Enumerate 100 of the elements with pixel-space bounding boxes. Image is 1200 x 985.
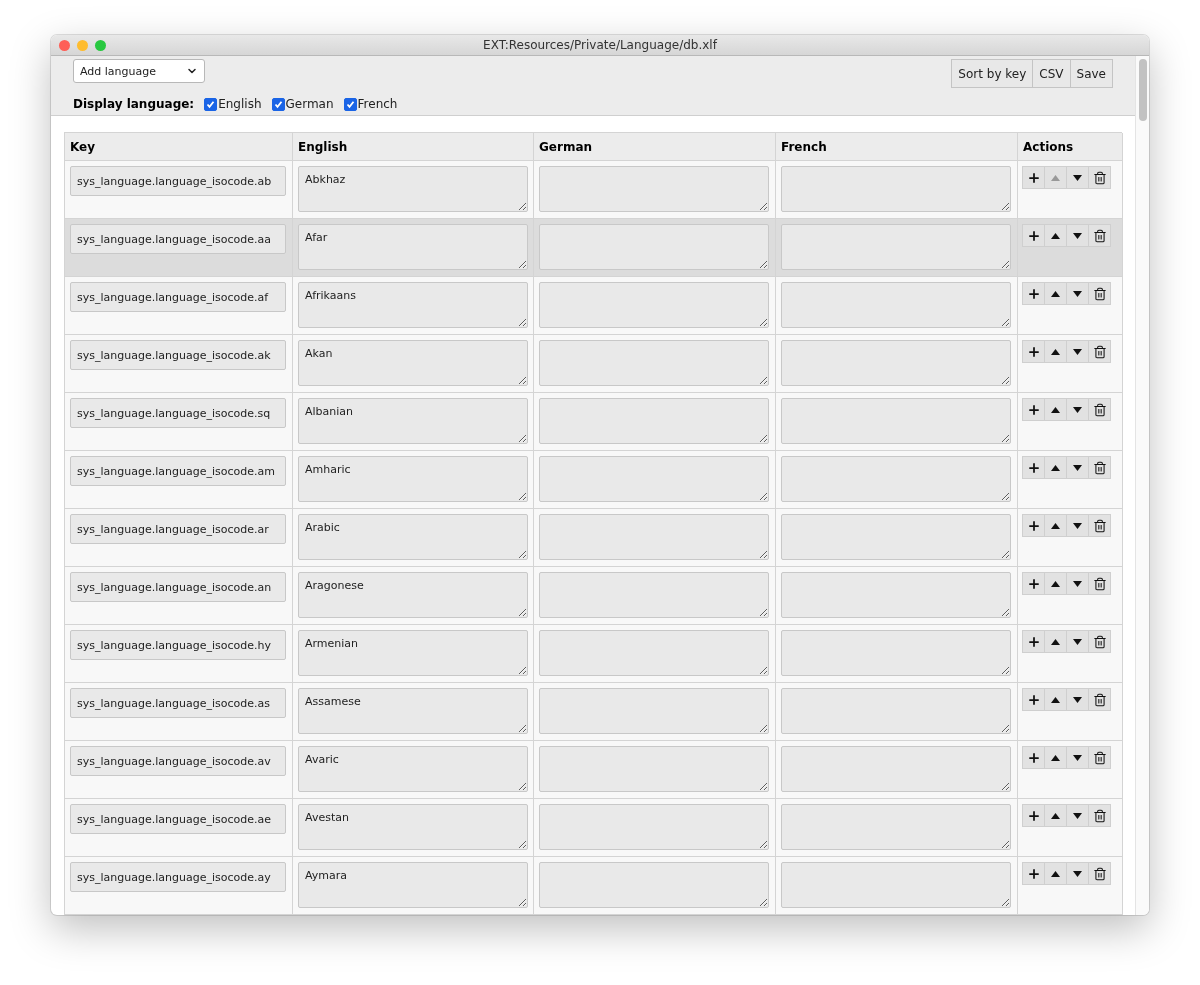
delete-button[interactable] [1088,166,1111,189]
add-button[interactable] [1022,456,1045,479]
translation-field[interactable] [781,572,1011,618]
translation-field[interactable] [781,630,1011,676]
add-button[interactable] [1022,804,1045,827]
move-down-button[interactable] [1066,166,1089,189]
delete-button[interactable] [1088,456,1111,479]
move-down-button[interactable] [1066,804,1089,827]
translation-field[interactable]: Akan [298,340,528,386]
delete-button[interactable] [1088,572,1111,595]
add-button[interactable] [1022,282,1045,305]
delete-button[interactable] [1088,688,1111,711]
move-up-button[interactable] [1044,804,1067,827]
move-up-button[interactable] [1044,398,1067,421]
add-button[interactable] [1022,572,1045,595]
add-language-select[interactable]: Add language [73,59,205,83]
translation-field[interactable] [781,804,1011,850]
key-field[interactable]: sys_language.language_isocode.ar [70,514,286,544]
move-up-button[interactable] [1044,746,1067,769]
add-button[interactable] [1022,514,1045,537]
translation-field[interactable] [539,398,769,444]
add-button[interactable] [1022,398,1045,421]
delete-button[interactable] [1088,398,1111,421]
move-down-button[interactable] [1066,224,1089,247]
toolbar-button[interactable]: CSV [1032,59,1071,88]
toolbar-button[interactable]: Sort by key [951,59,1034,88]
translation-field[interactable] [781,746,1011,792]
translation-field[interactable] [539,630,769,676]
move-down-button[interactable] [1066,630,1089,653]
move-up-button[interactable] [1044,572,1067,595]
translation-field[interactable] [781,340,1011,386]
key-field[interactable]: sys_language.language_isocode.aa [70,224,286,254]
translation-field[interactable] [539,166,769,212]
delete-button[interactable] [1088,804,1111,827]
key-field[interactable]: sys_language.language_isocode.af [70,282,286,312]
delete-button[interactable] [1088,224,1111,247]
scrollbar-track[interactable] [1135,56,1149,915]
translation-field[interactable] [781,224,1011,270]
key-field[interactable]: sys_language.language_isocode.av [70,746,286,776]
move-down-button[interactable] [1066,514,1089,537]
move-up-button[interactable] [1044,456,1067,479]
translation-field[interactable] [781,862,1011,908]
move-up-button[interactable] [1044,340,1067,363]
add-button[interactable] [1022,630,1045,653]
translation-field[interactable]: Assamese [298,688,528,734]
delete-button[interactable] [1088,282,1111,305]
translation-field[interactable]: Aragonese [298,572,528,618]
key-field[interactable]: sys_language.language_isocode.ab [70,166,286,196]
move-down-button[interactable] [1066,282,1089,305]
translation-field[interactable] [781,282,1011,328]
translation-field[interactable] [539,456,769,502]
key-field[interactable]: sys_language.language_isocode.ak [70,340,286,370]
key-field[interactable]: sys_language.language_isocode.hy [70,630,286,660]
translation-field[interactable]: Afar [298,224,528,270]
translation-field[interactable] [781,166,1011,212]
scrollbar-thumb[interactable] [1138,59,1147,121]
move-up-button[interactable] [1044,514,1067,537]
move-up-button[interactable] [1044,862,1067,885]
add-button[interactable] [1022,688,1045,711]
move-down-button[interactable] [1066,456,1089,479]
delete-button[interactable] [1088,630,1111,653]
translation-field[interactable]: Arabic [298,514,528,560]
translation-field[interactable]: Albanian [298,398,528,444]
move-up-button[interactable] [1044,282,1067,305]
key-field[interactable]: sys_language.language_isocode.sq [70,398,286,428]
translation-field[interactable]: Aymara [298,862,528,908]
translation-field[interactable] [539,340,769,386]
translation-field[interactable] [539,514,769,560]
translation-field[interactable]: Avestan [298,804,528,850]
language-checkbox[interactable] [271,97,285,111]
translation-field[interactable]: Abkhaz [298,166,528,212]
key-field[interactable]: sys_language.language_isocode.an [70,572,286,602]
key-field[interactable]: sys_language.language_isocode.ae [70,804,286,834]
translation-field[interactable]: Amharic [298,456,528,502]
move-down-button[interactable] [1066,340,1089,363]
add-button[interactable] [1022,224,1045,247]
move-up-button[interactable] [1044,224,1067,247]
move-down-button[interactable] [1066,688,1089,711]
move-down-button[interactable] [1066,862,1089,885]
move-up-button[interactable] [1044,630,1067,653]
delete-button[interactable] [1088,514,1111,537]
translation-field[interactable] [781,456,1011,502]
key-field[interactable]: sys_language.language_isocode.am [70,456,286,486]
delete-button[interactable] [1088,862,1111,885]
key-field[interactable]: sys_language.language_isocode.ay [70,862,286,892]
delete-button[interactable] [1088,746,1111,769]
translation-field[interactable] [539,572,769,618]
add-button[interactable] [1022,166,1045,189]
delete-button[interactable] [1088,340,1111,363]
language-checkbox[interactable] [204,97,218,111]
move-down-button[interactable] [1066,746,1089,769]
translation-field[interactable]: Avaric [298,746,528,792]
translation-field[interactable]: Armenian [298,630,528,676]
translation-field[interactable] [539,804,769,850]
translation-field[interactable] [781,398,1011,444]
key-field[interactable]: sys_language.language_isocode.as [70,688,286,718]
language-checkbox[interactable] [343,97,357,111]
translation-field[interactable] [539,688,769,734]
move-down-button[interactable] [1066,572,1089,595]
add-button[interactable] [1022,746,1045,769]
